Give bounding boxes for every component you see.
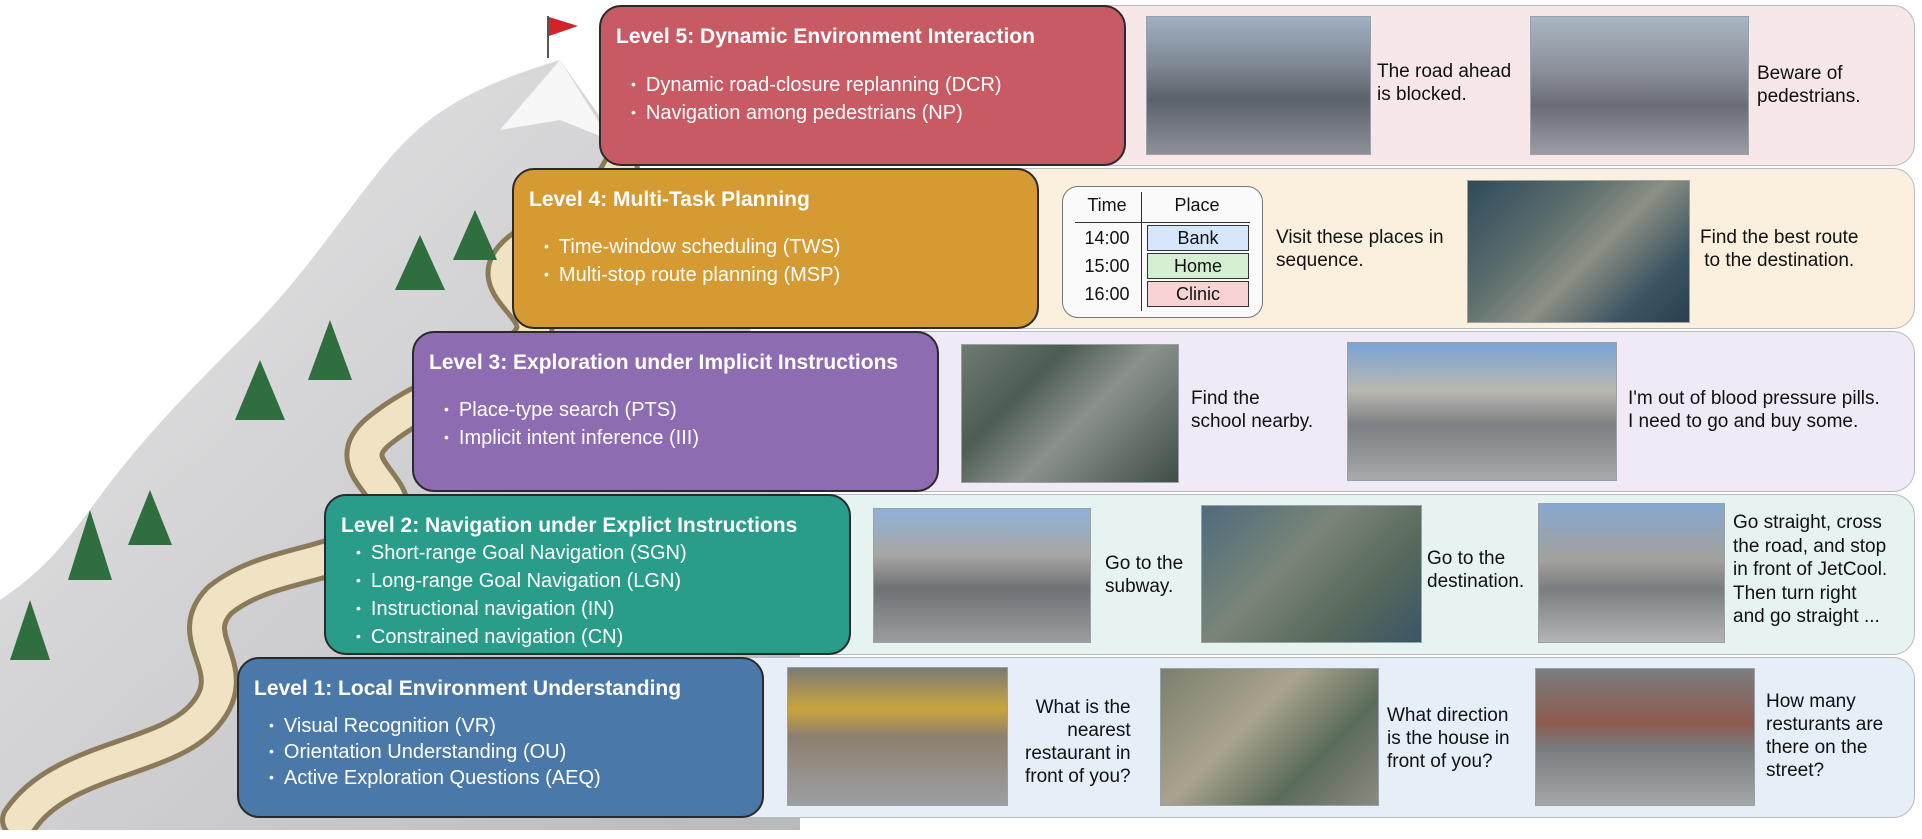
example-image-street-junction (1347, 342, 1617, 481)
list-item: Orientation Understanding (OU) (269, 740, 601, 766)
level-1-title: Level 1: Local Environment Understanding (254, 677, 682, 700)
table-divider (1141, 192, 1142, 311)
example-image-restaurant-street (1535, 668, 1755, 806)
table-header-place: Place (1174, 195, 1220, 215)
level-4-card: Level 4: Multi-Task Planning Time-window… (512, 168, 1039, 329)
list-item: Visual Recognition (VR) (269, 714, 601, 740)
level-2-list: Short-range Goal Navigation (SGN) Long-r… (356, 540, 687, 652)
list-item: Constrained navigation (CN) (356, 624, 687, 652)
example-caption: Visit these places in sequence. (1276, 227, 1444, 271)
list-item: Multi-stop route planning (MSP) (544, 262, 840, 290)
example-image-road-blocked (1146, 16, 1371, 155)
table-cell-time: 14:00 (1084, 228, 1130, 248)
level-3-card: Level 3: Exploration under Implicit Inst… (412, 331, 939, 492)
example-caption: Go to the subway. (1105, 553, 1184, 597)
list-item: Time-window scheduling (TWS) (544, 234, 841, 262)
table-cell-time: 15:00 (1084, 256, 1130, 276)
level-1-list: Visual Recognition (VR) Orientation Unde… (269, 714, 601, 792)
level-2-card: Level 2: Navigation under Explict Instru… (324, 494, 851, 655)
example-caption: How many resturants are there on the str… (1766, 691, 1884, 781)
example-image-pedestrians (1530, 16, 1749, 155)
list-item: Instructional navigation (IN) (356, 596, 687, 624)
level-5-card: Level 5: Dynamic Environment Interaction… (599, 5, 1126, 166)
example-caption: What is the nearest restaurant in front … (1025, 697, 1131, 787)
list-item: Dynamic road-closure replanning (DCR) (631, 72, 1002, 100)
example-caption: Beware of pedestrians. (1757, 63, 1861, 107)
level-3-title: Level 3: Exploration under Implicit Inst… (429, 351, 899, 374)
example-image-crossroad (1538, 503, 1725, 643)
list-item: Long-range Goal Navigation (LGN) (356, 568, 687, 596)
example-image-aerial-destination (1201, 505, 1422, 643)
table-cell-place: Bank (1147, 225, 1249, 251)
example-image-aerial-house (1160, 668, 1379, 806)
example-caption: What direction is the house in front of … (1387, 705, 1510, 772)
example-image-subway-street (873, 508, 1091, 643)
level-2-title: Level 2: Navigation under Explict Instru… (341, 514, 798, 537)
table-cell-place: Clinic (1147, 281, 1249, 307)
level-4-title: Level 4: Multi-Task Planning (529, 188, 810, 211)
list-item: Implicit intent inference (III) (444, 425, 699, 453)
list-item: Navigation among pedestrians (NP) (631, 100, 1002, 128)
level-5-title: Level 5: Dynamic Environment Interaction (616, 25, 1035, 48)
example-caption: Go straight, cross the road, and stop in… (1733, 512, 1888, 627)
level-5-list: Dynamic road-closure replanning (DCR) Na… (631, 72, 1002, 128)
table-cell-time: 16:00 (1084, 284, 1130, 304)
level-4-list: Time-window scheduling (TWS) Multi-stop … (544, 234, 841, 290)
example-caption: I'm out of blood pressure pills. I need … (1628, 388, 1880, 432)
example-caption: Go to the destination. (1427, 548, 1525, 592)
example-image-shop-street (787, 667, 1008, 806)
schedule-table: Time Place 14:00 Bank 15:00 Home 16:00 C… (1062, 186, 1263, 318)
example-image-satellite-route (1467, 180, 1690, 323)
list-item: Place-type search (PTS) (444, 397, 699, 425)
table-cell-place: Home (1147, 253, 1249, 279)
list-item: Active Exploration Questions (AEQ) (269, 766, 601, 792)
list-item: Short-range Goal Navigation (SGN) (356, 540, 687, 568)
example-caption: The road ahead is blocked. (1377, 61, 1512, 105)
example-caption: Find the best route to the destination. (1700, 227, 1859, 271)
table-header-time: Time (1087, 195, 1127, 215)
example-caption: Find the school nearby. (1191, 388, 1314, 432)
table-divider (1075, 222, 1250, 223)
level-1-card: Level 1: Local Environment Understanding… (237, 657, 764, 818)
level-3-list: Place-type search (PTS) Implicit intent … (444, 397, 699, 453)
example-image-aerial-city (961, 344, 1179, 483)
